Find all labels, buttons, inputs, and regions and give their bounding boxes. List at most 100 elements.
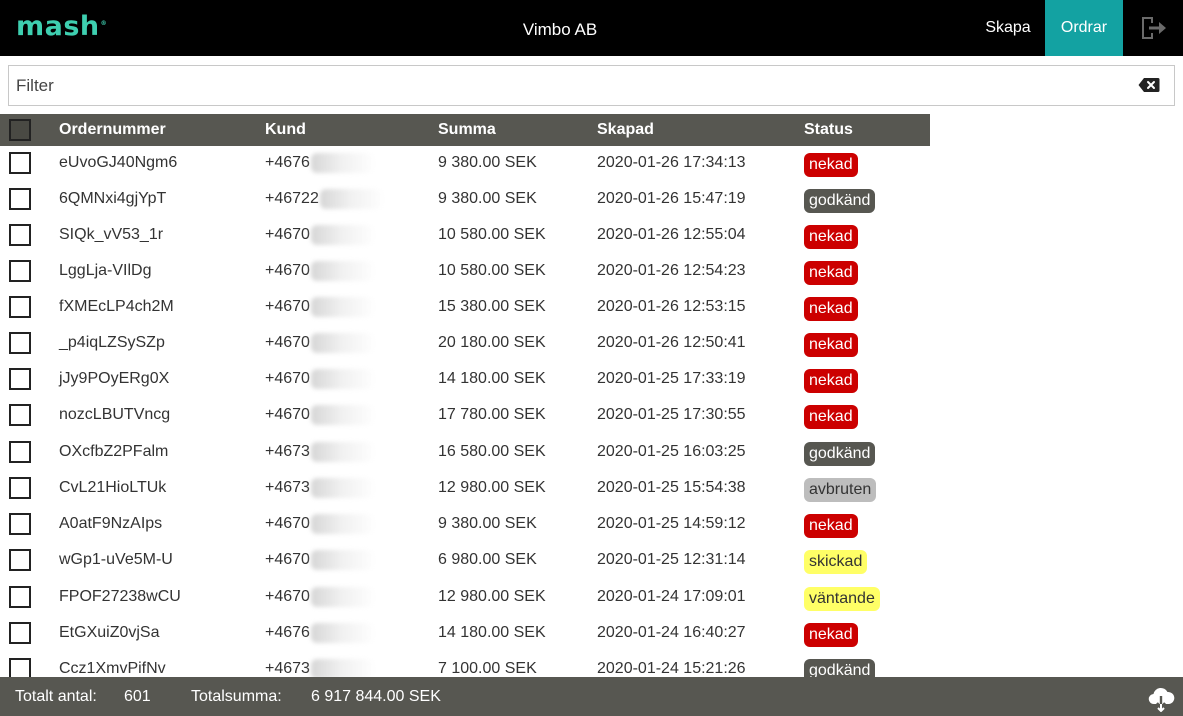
order-created: 2020-01-26 12:54:23 (597, 262, 746, 279)
status-badge: godkänd (804, 442, 876, 466)
order-created: 2020-01-26 12:55:04 (597, 226, 746, 243)
order-number: eUvoGJ40Ngm6 (59, 154, 178, 171)
redacted-blur (310, 224, 373, 245)
row-checkbox[interactable] (9, 549, 31, 571)
table-row[interactable]: jJy9POyERg0X +4670 14 180.00 SEK 2020-01… (0, 362, 930, 398)
total-count-label: Totalt antal: (15, 688, 97, 705)
order-sum: 15 380.00 SEK (438, 298, 546, 315)
customer-phone: +4670 (265, 543, 373, 577)
order-created: 2020-01-25 15:54:38 (597, 479, 746, 496)
order-sum: 10 580.00 SEK (438, 226, 546, 243)
cloud-download-icon[interactable] (1147, 684, 1175, 712)
status-badge: nekad (804, 514, 858, 538)
filter-box (8, 65, 1175, 106)
order-created: 2020-01-25 17:33:19 (597, 370, 746, 387)
table-row[interactable]: _p4iqLZSySZp +4670 20 180.00 SEK 2020-01… (0, 326, 930, 362)
company-name: Vimbo AB (522, 20, 598, 39)
order-number: LggLja-VIlDg (59, 262, 152, 279)
redacted-blur (310, 549, 373, 570)
col-ordernummer[interactable]: Ordernummer (59, 114, 166, 146)
summary-footer: Totalt antal: 601 Totalsumma: 6 917 844.… (0, 677, 1183, 716)
customer-phone: +4670 (265, 580, 373, 614)
redacted-blur (310, 622, 373, 643)
status-badge: nekad (804, 405, 858, 429)
order-number: FPOF27238wCU (59, 588, 181, 605)
redacted-blur (310, 404, 373, 425)
row-checkbox[interactable] (9, 622, 31, 644)
customer-phone: +4670 (265, 218, 373, 252)
order-created: 2020-01-26 12:53:15 (597, 298, 746, 315)
order-number: nozcLBUTVncg (59, 406, 171, 423)
order-number: SIQk_vV53_1r (59, 226, 164, 243)
table-row[interactable]: Ccz1XmvPifNv +4673 7 100.00 SEK 2020-01-… (0, 652, 930, 677)
customer-phone: +4673 (265, 471, 373, 505)
status-badge: avbruten (804, 478, 877, 502)
table-row[interactable]: EtGXuiZ0vjSa +4676 14 180.00 SEK 2020-01… (0, 616, 930, 652)
order-created: 2020-01-24 15:21:26 (597, 660, 746, 677)
table-row[interactable]: eUvoGJ40Ngm6 +4676 9 380.00 SEK 2020-01-… (0, 146, 930, 182)
row-checkbox[interactable] (9, 296, 31, 318)
row-checkbox[interactable] (9, 188, 31, 210)
table-row[interactable]: CvL21HioLTUk +4673 12 980.00 SEK 2020-01… (0, 471, 930, 507)
order-created: 2020-01-26 15:47:19 (597, 190, 746, 207)
table-row[interactable]: fXMEcLP4ch2M +4670 15 380.00 SEK 2020-01… (0, 290, 930, 326)
total-count: 601 (124, 688, 151, 705)
orders-table-body: eUvoGJ40Ngm6 +4676 9 380.00 SEK 2020-01-… (0, 146, 1183, 677)
customer-phone: +46722 (265, 182, 382, 216)
logout-icon (1142, 17, 1166, 39)
order-created: 2020-01-24 16:40:27 (597, 624, 746, 641)
row-checkbox[interactable] (9, 441, 31, 463)
status-badge: nekad (804, 153, 858, 177)
redacted-blur (310, 368, 373, 389)
col-status[interactable]: Status (804, 114, 853, 146)
table-row[interactable]: nozcLBUTVncg +4670 17 780.00 SEK 2020-01… (0, 398, 930, 434)
row-checkbox[interactable] (9, 332, 31, 354)
table-row[interactable]: LggLja-VIlDg +4670 10 580.00 SEK 2020-01… (0, 254, 930, 290)
customer-phone: +4670 (265, 398, 373, 432)
status-badge: nekad (804, 261, 858, 285)
table-row[interactable]: SIQk_vV53_1r +4670 10 580.00 SEK 2020-01… (0, 218, 930, 254)
col-summa[interactable]: Summa (438, 114, 496, 146)
row-checkbox[interactable] (9, 260, 31, 282)
row-checkbox[interactable] (9, 658, 31, 677)
logout-button[interactable] (1123, 0, 1183, 56)
order-sum: 9 380.00 SEK (438, 154, 537, 171)
redacted-blur (310, 152, 373, 173)
row-checkbox[interactable] (9, 513, 31, 535)
nav-orders[interactable]: Ordrar (1045, 0, 1123, 56)
order-number: wGp1-uVe5M-U (59, 551, 173, 568)
top-bar: mash® Vimbo AB Skapa Ordrar (0, 0, 1183, 56)
order-created: 2020-01-26 12:50:41 (597, 334, 746, 351)
redacted-blur (310, 513, 373, 534)
order-created: 2020-01-25 16:03:25 (597, 443, 746, 460)
row-checkbox[interactable] (9, 477, 31, 499)
table-row[interactable]: wGp1-uVe5M-U +4670 6 980.00 SEK 2020-01-… (0, 543, 930, 579)
row-checkbox[interactable] (9, 152, 31, 174)
status-badge: nekad (804, 297, 858, 321)
order-number: _p4iqLZSySZp (59, 334, 165, 351)
table-row[interactable]: OXcfbZ2PFalm +4673 16 580.00 SEK 2020-01… (0, 435, 930, 471)
col-kund[interactable]: Kund (265, 114, 306, 146)
row-checkbox[interactable] (9, 404, 31, 426)
order-created: 2020-01-25 17:30:55 (597, 406, 746, 423)
clear-filter-icon[interactable] (1138, 77, 1160, 93)
table-row[interactable]: 6QMNxi4gjYpT +46722 9 380.00 SEK 2020-01… (0, 182, 930, 218)
col-skapad[interactable]: Skapad (597, 114, 654, 146)
redacted-blur (310, 260, 373, 281)
row-checkbox[interactable] (9, 368, 31, 390)
row-checkbox[interactable] (9, 586, 31, 608)
order-number: jJy9POyERg0X (59, 370, 170, 387)
filter-input[interactable] (9, 66, 1129, 105)
order-sum: 16 580.00 SEK (438, 443, 546, 460)
redacted-blur (310, 332, 373, 353)
order-created: 2020-01-25 12:31:14 (597, 551, 746, 568)
order-number: A0atF9NzAIps (59, 515, 163, 532)
redacted-blur (310, 441, 373, 462)
table-row[interactable]: FPOF27238wCU +4670 12 980.00 SEK 2020-01… (0, 580, 930, 616)
status-badge: nekad (804, 225, 858, 249)
nav-create[interactable]: Skapa (973, 0, 1043, 56)
order-number: Ccz1XmvPifNv (59, 660, 166, 677)
row-checkbox[interactable] (9, 224, 31, 246)
table-row[interactable]: A0atF9NzAIps +4670 9 380.00 SEK 2020-01-… (0, 507, 930, 543)
select-all-checkbox[interactable] (9, 119, 31, 141)
